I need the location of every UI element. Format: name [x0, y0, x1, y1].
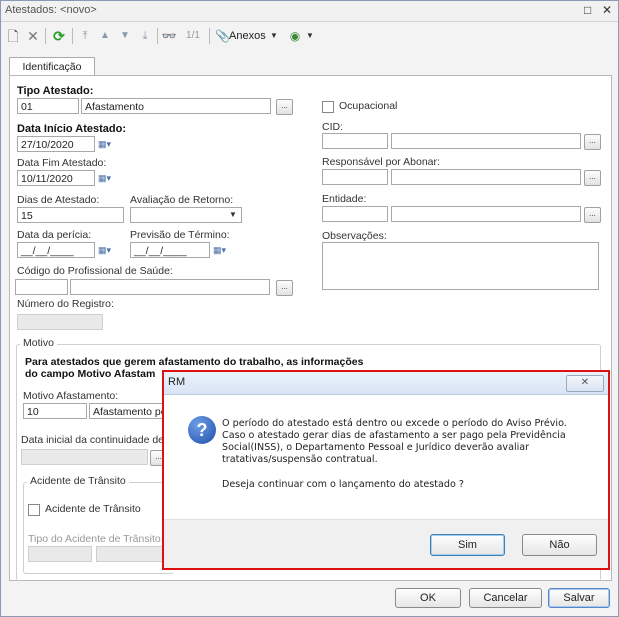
- calendar-dropdown-icon[interactable]: ▦▾: [213, 242, 237, 258]
- entidade-desc-field[interactable]: [391, 206, 581, 222]
- avaliacao-retorno-label: Avaliação de Retorno:: [130, 194, 234, 206]
- data-continuidade-label: Data inicial da continuidade de A: [21, 434, 174, 446]
- toolbar-separator: [45, 28, 46, 44]
- codigo-profissional-code-field[interactable]: [15, 279, 68, 295]
- tipo-acidente-desc-field: [96, 546, 166, 562]
- codigo-profissional-label: Código do Profissional de Saúde:: [17, 265, 173, 277]
- dialog-message-line: tratativas/suspensão contratual.: [222, 454, 378, 465]
- numero-registro-field: [17, 314, 103, 330]
- close-icon[interactable]: ✕: [602, 3, 612, 17]
- globe-icon[interactable]: ◉: [287, 26, 303, 46]
- chevron-down-icon[interactable]: ▼: [269, 26, 279, 46]
- motivo-afastamento-desc-field[interactable]: Afastamento po: [89, 403, 167, 419]
- entidade-browse-button[interactable]: ...: [584, 207, 601, 223]
- tipo-acidente-label: Tipo do Acidente de Trânsito:: [28, 533, 164, 545]
- motivo-afastamento-label: Motivo Afastamento:: [23, 390, 119, 402]
- cid-label: CID:: [322, 121, 343, 133]
- dialog-close-icon[interactable]: ✕: [566, 375, 604, 392]
- no-button[interactable]: Não: [522, 534, 597, 556]
- confirmation-dialog: RM ✕ ? O período do atestado está dentro…: [162, 370, 610, 570]
- motivo-info-line2: do campo Motivo Afastam: [25, 368, 156, 380]
- data-continuidade-field: [21, 449, 148, 465]
- motivo-group-label: Motivo: [20, 337, 57, 349]
- tipo-acidente-code-field: [28, 546, 92, 562]
- record-counter: 1/1: [186, 30, 200, 41]
- codigo-profissional-browse-button[interactable]: ...: [276, 280, 293, 296]
- chevron-down-icon[interactable]: ▼: [305, 26, 315, 46]
- acidente-transito-checkbox-label: Acidente de Trânsito: [45, 503, 141, 515]
- dias-atestado-label: Dias de Atestado:: [17, 194, 100, 206]
- title-bar: Atestados: <novo> □ ✕: [1, 1, 618, 22]
- attachment-icon[interactable]: 📎: [215, 26, 230, 46]
- responsavel-browse-button[interactable]: ...: [584, 170, 601, 186]
- data-fim-label: Data Fim Atestado:: [17, 157, 107, 169]
- data-fim-field[interactable]: 10/11/2020: [17, 170, 95, 186]
- restore-icon[interactable]: □: [584, 3, 591, 17]
- responsavel-desc-field[interactable]: [391, 169, 581, 185]
- cid-desc-field[interactable]: [391, 133, 581, 149]
- data-inicio-label: Data Início Atestado:: [17, 123, 126, 135]
- motivo-info-line1: Para atestados que gerem afastamento do …: [25, 356, 364, 368]
- window-title: Atestados: <novo>: [5, 4, 97, 16]
- toolbar-separator: [72, 28, 73, 44]
- previsao-termino-label: Previsão de Término:: [130, 229, 230, 241]
- ocupacional-label: Ocupacional: [339, 100, 398, 112]
- cancel-button[interactable]: Cancelar: [469, 588, 542, 608]
- observacoes-textarea[interactable]: [322, 242, 599, 290]
- toolbar-separator: [209, 28, 210, 44]
- data-pericia-field[interactable]: __/__/____: [17, 242, 95, 258]
- dialog-question: Deseja continuar com o lançamento do ate…: [222, 479, 465, 490]
- motivo-afastamento-code-field[interactable]: 10: [23, 403, 87, 419]
- refresh-icon[interactable]: ⟳: [51, 26, 67, 46]
- tab-identificacao[interactable]: Identificação: [9, 57, 95, 76]
- next-record-icon[interactable]: ▼: [117, 26, 133, 46]
- binoculars-icon[interactable]: 👓: [161, 26, 177, 46]
- dialog-title-bar: RM ✕: [164, 372, 608, 395]
- dialog-message-line: Caso o atestado gerar dias de afastament…: [222, 430, 566, 441]
- observacoes-label: Observações:: [322, 230, 387, 242]
- dialog-message-line: Social(INSS), o Departamento Pessoal e J…: [222, 442, 530, 453]
- tipo-atestado-desc-field[interactable]: Afastamento: [81, 98, 271, 114]
- acidente-group-label: Acidente de Trânsito: [27, 475, 129, 487]
- data-pericia-label: Data da perícia:: [17, 229, 92, 241]
- save-button[interactable]: Salvar: [548, 588, 610, 608]
- tipo-atestado-label: Tipo Atestado:: [17, 85, 94, 97]
- responsavel-abonar-label: Responsável por Abonar:: [322, 156, 440, 168]
- dialog-footer: Sim Não: [164, 519, 608, 568]
- responsavel-code-field[interactable]: [322, 169, 388, 185]
- ocupacional-checkbox[interactable]: [322, 101, 334, 113]
- avaliacao-retorno-select[interactable]: [130, 207, 242, 223]
- tipo-atestado-code-field[interactable]: 01: [17, 98, 79, 114]
- dialog-body: ? O período do atestado está dentro ou e…: [164, 395, 608, 520]
- dialog-message-line: O período do atestado está dentro ou exc…: [222, 418, 567, 429]
- tipo-atestado-browse-button[interactable]: ...: [276, 99, 293, 115]
- new-icon[interactable]: 🗋: [5, 26, 21, 46]
- codigo-profissional-desc-field[interactable]: [70, 279, 270, 295]
- anexos-menu[interactable]: Anexos: [229, 26, 266, 46]
- last-record-icon[interactable]: ⤓: [137, 26, 153, 46]
- cid-browse-button[interactable]: ...: [584, 134, 601, 150]
- yes-button[interactable]: Sim: [430, 534, 505, 556]
- calendar-dropdown-icon[interactable]: ▦▾: [98, 242, 122, 258]
- dias-atestado-field[interactable]: 15: [17, 207, 124, 223]
- cid-code-field[interactable]: [322, 133, 388, 149]
- toolbar-separator: [157, 28, 158, 44]
- data-inicio-field[interactable]: 27/10/2020: [17, 136, 95, 152]
- chevron-down-icon[interactable]: ▼: [229, 210, 237, 219]
- delete-icon[interactable]: ✕: [25, 26, 41, 46]
- calendar-dropdown-icon[interactable]: ▦▾: [98, 136, 122, 152]
- numero-registro-label: Número do Registro:: [17, 298, 114, 310]
- entidade-code-field[interactable]: [322, 206, 388, 222]
- toolbar: 🗋 ✕ ⟳ ⤒ ▲ ▼ ⤓ 👓 1/1 📎 Anexos ▼ ◉ ▼: [1, 22, 618, 50]
- entidade-label: Entidade:: [322, 193, 367, 205]
- prev-record-icon[interactable]: ▲: [97, 26, 113, 46]
- ok-button[interactable]: OK: [395, 588, 461, 608]
- dialog-title: RM: [168, 376, 186, 388]
- question-icon: ?: [188, 416, 216, 444]
- previsao-termino-field[interactable]: __/__/____: [130, 242, 210, 258]
- first-record-icon[interactable]: ⤒: [77, 26, 93, 46]
- calendar-dropdown-icon[interactable]: ▦▾: [98, 170, 122, 186]
- acidente-transito-checkbox[interactable]: [28, 504, 40, 516]
